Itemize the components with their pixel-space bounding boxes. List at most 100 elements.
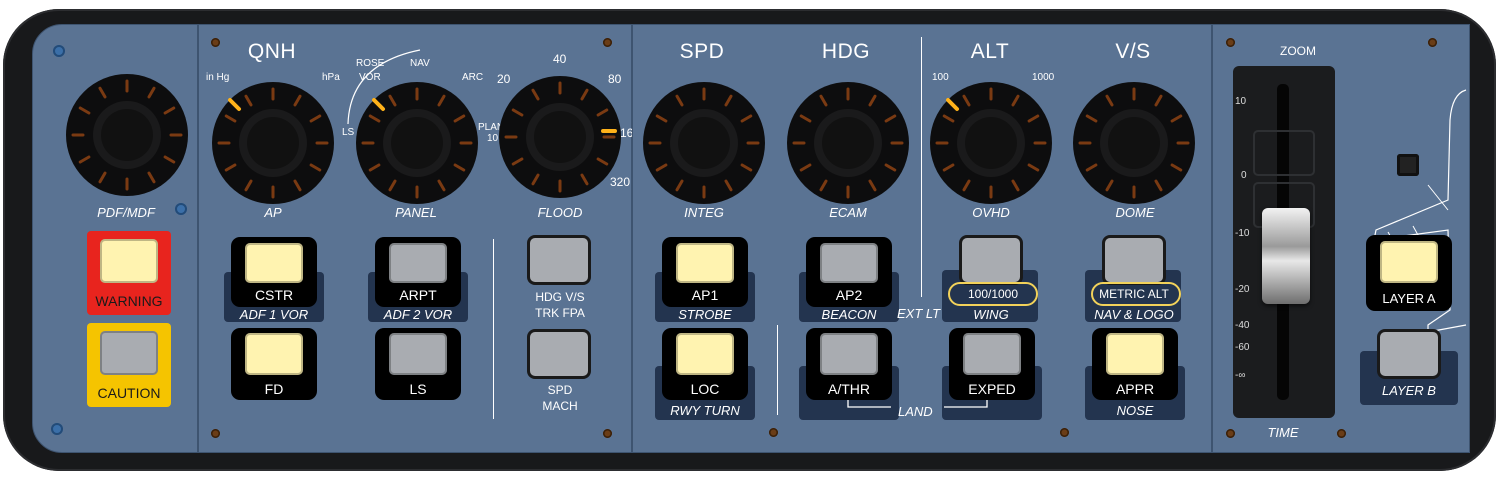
cstr-lamp (245, 243, 303, 283)
appr-button[interactable]: APPR (1092, 328, 1178, 400)
warning-lamp (100, 239, 158, 283)
scale-10: 10 (1235, 96, 1247, 107)
integ-label: INTEG (684, 205, 724, 220)
screw-icon (1060, 428, 1069, 437)
scale-minus-inf: -∞ (1235, 370, 1246, 381)
status-led (1397, 154, 1419, 176)
rwy-turn-label: RWY TURN (670, 403, 740, 418)
exped-button[interactable]: EXPED (949, 328, 1035, 400)
ap-label: AP (264, 205, 282, 220)
dome-label: DOME (1115, 205, 1155, 220)
fader-guide (1253, 130, 1315, 176)
ap1-button[interactable]: AP1 (662, 237, 748, 307)
divider (777, 325, 778, 415)
vs-title: V/S (1115, 40, 1151, 63)
hdg-knob[interactable] (783, 78, 913, 208)
metric-alt-label: METRIC ALT (1099, 287, 1169, 301)
ecam-label: ECAM (829, 205, 867, 220)
screw-icon (211, 429, 220, 438)
fd-lamp (245, 333, 303, 375)
panel-label: PANEL (395, 205, 437, 220)
arpt-label: ARPT (399, 287, 437, 303)
spd-mach-button[interactable] (530, 332, 588, 376)
ls-label: LS (409, 381, 427, 397)
athr-label: A/THR (828, 381, 870, 397)
land-label: LAND (898, 404, 933, 419)
ap2-label: AP2 (835, 287, 863, 303)
loc-lamp (676, 333, 734, 375)
vs-knob[interactable] (1069, 78, 1199, 208)
arpt-lamp (389, 243, 447, 283)
fd-button[interactable]: FD (231, 328, 317, 400)
loc-button[interactable]: LOC (662, 328, 748, 400)
qnh-title: QNH (247, 40, 297, 63)
screw-icon (53, 45, 65, 57)
ap2-lamp (820, 243, 878, 283)
warning-button[interactable]: WARNING (87, 231, 171, 315)
mach-label: MACH (542, 399, 578, 413)
scale-minus-40: -40 (1235, 320, 1250, 331)
layer-a-button[interactable]: LAYER A (1366, 235, 1452, 311)
qnh-knob[interactable] (208, 78, 338, 208)
cstr-button[interactable]: CSTR (231, 237, 317, 307)
wing-label: WING (973, 307, 1009, 322)
spd-label: SPD (547, 383, 573, 397)
range-40: 40 (553, 52, 567, 66)
screw-icon (603, 38, 612, 47)
screw-icon (1226, 38, 1235, 47)
arpt-button[interactable]: ARPT (375, 237, 461, 307)
adf2-label: ADF 2 VOR (383, 307, 453, 322)
fd-label: FD (264, 381, 284, 397)
scale-minus-20: -20 (1235, 284, 1250, 295)
cstr-label: CSTR (254, 287, 294, 303)
adf1-label: ADF 1 VOR (239, 307, 309, 322)
caution-button[interactable]: CAUTION (87, 323, 171, 407)
pdf-mdf-knob[interactable] (62, 70, 192, 200)
screw-icon (603, 429, 612, 438)
ls-button[interactable]: LS (375, 328, 461, 400)
layer-b-button[interactable] (1380, 332, 1438, 376)
pdf-mdf-label: PDF/MDF (97, 205, 155, 220)
divider (921, 37, 922, 297)
nd-mode-knob[interactable] (352, 78, 482, 208)
hdg-vs-button[interactable] (530, 238, 588, 282)
appr-lamp (1106, 333, 1164, 375)
layer-a-lamp (1380, 241, 1438, 283)
nose-label: NOSE (1116, 403, 1154, 418)
nd-range-knob[interactable] (495, 72, 625, 202)
caution-label: CAUTION (97, 385, 161, 401)
scale-minus-60: -60 (1235, 342, 1250, 353)
exped-label: EXPED (968, 381, 1016, 397)
zoom-fader-handle[interactable] (1262, 208, 1310, 304)
ap2-button[interactable]: AP2 (806, 237, 892, 307)
exped-lamp (963, 333, 1021, 375)
100-1000-button[interactable] (962, 238, 1020, 282)
screw-icon (51, 423, 63, 435)
hdg-title: HDG (821, 40, 871, 63)
strobe-label: STROBE (678, 307, 732, 322)
athr-button[interactable]: A/THR (806, 328, 892, 400)
ovhd-label: OVHD (972, 205, 1010, 220)
caution-lamp (100, 331, 158, 375)
ap1-lamp (676, 243, 734, 283)
spd-knob[interactable] (639, 78, 769, 208)
layer-a-label: LAYER A (1382, 291, 1436, 306)
ls-lamp (389, 333, 447, 375)
metric-alt-button[interactable] (1105, 238, 1163, 282)
layer-b-label: LAYER B (1382, 383, 1436, 398)
100-1000-label: 100/1000 (967, 287, 1019, 301)
screw-icon (769, 428, 778, 437)
hdg-vs-label: HDG V/S (535, 290, 585, 304)
screw-icon (1428, 38, 1437, 47)
flood-label: FLOOD (537, 205, 583, 220)
spd-title: SPD (679, 40, 725, 63)
scale-minus-10: -10 (1235, 228, 1250, 239)
alt-title: ALT (970, 40, 1010, 63)
athr-lamp (820, 333, 878, 375)
loc-label: LOC (690, 381, 720, 397)
appr-label: APPR (1115, 381, 1155, 397)
nav-logo-label: NAV & LOGO (1094, 307, 1174, 322)
ap1-label: AP1 (691, 287, 719, 303)
alt-knob[interactable] (926, 78, 1056, 208)
trk-fpa-label: TRK FPA (535, 306, 585, 320)
